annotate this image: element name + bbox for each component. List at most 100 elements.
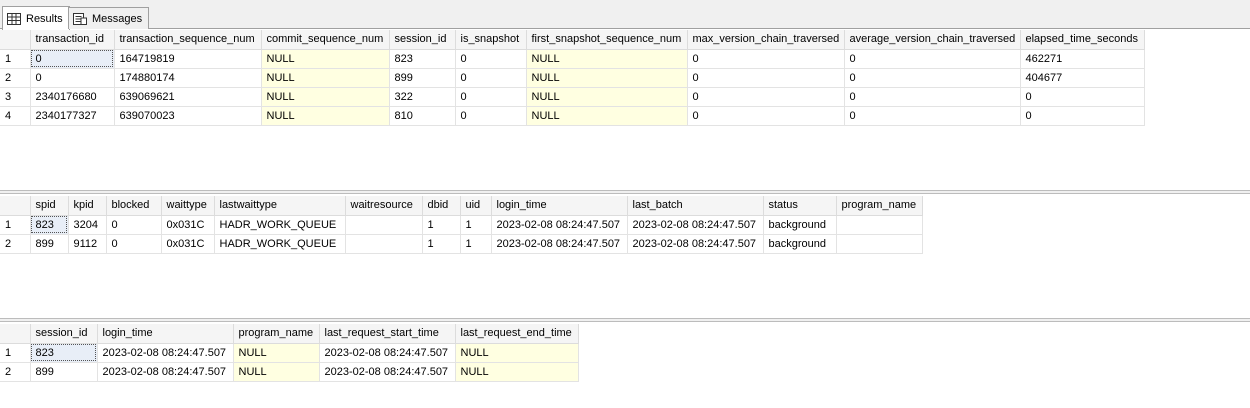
cell-first-snapshot-sequence-num[interactable]: NULL (526, 49, 688, 69)
column-header-is-snapshot[interactable]: is_snapshot (455, 30, 527, 50)
column-header-uid[interactable]: uid (460, 196, 492, 216)
cell-program-name[interactable]: NULL (233, 362, 320, 382)
cell-status[interactable]: background (763, 215, 837, 235)
cell-waitresource[interactable] (345, 234, 423, 254)
cell-last-request-start-time[interactable]: 2023-02-08 08:24:47.507 (319, 343, 456, 363)
tab-messages[interactable]: Messages (68, 7, 150, 29)
cell-transaction-id[interactable]: 0 (30, 49, 115, 69)
cell-last-request-start-time[interactable]: 2023-02-08 08:24:47.507 (319, 362, 456, 382)
cell-waittype[interactable]: 0x031C (161, 215, 215, 235)
cell-transaction-sequence-num[interactable]: 639069621 (114, 87, 262, 107)
column-header-max-version-chain-traversed[interactable]: max_version_chain_traversed (687, 30, 845, 50)
cell-session-id[interactable]: 823 (30, 343, 98, 363)
cell-program-name[interactable]: NULL (233, 343, 320, 363)
row-number[interactable]: 1 (0, 343, 31, 363)
cell-dbid[interactable]: 1 (422, 234, 461, 254)
column-header-program-name[interactable]: program_name (836, 196, 923, 216)
cell-transaction-sequence-num[interactable]: 639070023 (114, 106, 262, 126)
cell-commit-sequence-num[interactable]: NULL (261, 68, 390, 88)
cell-is-snapshot[interactable]: 0 (455, 106, 527, 126)
cell-uid[interactable]: 1 (460, 234, 492, 254)
cell-transaction-id[interactable]: 0 (30, 68, 115, 88)
column-header-transaction-id[interactable]: transaction_id (30, 30, 115, 50)
cell-program-name[interactable] (836, 215, 923, 235)
row-number[interactable]: 3 (0, 87, 31, 107)
column-header-login-time[interactable]: login_time (491, 196, 628, 216)
column-header-spid[interactable]: spid (30, 196, 69, 216)
column-header-last-request-start-time[interactable]: last_request_start_time (319, 324, 456, 344)
cell-last-request-end-time[interactable]: NULL (455, 343, 579, 363)
cell-status[interactable]: background (763, 234, 837, 254)
column-header-program-name[interactable]: program_name (233, 324, 320, 344)
row-number[interactable]: 1 (0, 49, 31, 69)
cell-lastwaittype[interactable]: HADR_WORK_QUEUE (214, 234, 346, 254)
column-header-average-version-chain-traversed[interactable]: average_version_chain_traversed (844, 30, 1021, 50)
cell-program-name[interactable] (836, 234, 923, 254)
cell-transaction-id[interactable]: 2340177327 (30, 106, 115, 126)
cell-is-snapshot[interactable]: 0 (455, 49, 527, 69)
cell-transaction-id[interactable]: 2340176680 (30, 87, 115, 107)
column-header-lastwaittype[interactable]: lastwaittype (214, 196, 346, 216)
column-header-commit-sequence-num[interactable]: commit_sequence_num (261, 30, 390, 50)
column-header-last-batch[interactable]: last_batch (627, 196, 764, 216)
cell-dbid[interactable]: 1 (422, 215, 461, 235)
cell-first-snapshot-sequence-num[interactable]: NULL (526, 106, 688, 126)
column-header-dbid[interactable]: dbid (422, 196, 461, 216)
cell-login-time[interactable]: 2023-02-08 08:24:47.507 (491, 215, 628, 235)
grid-splitter-2[interactable] (0, 318, 1250, 322)
cell-kpid[interactable]: 9112 (68, 234, 107, 254)
cell-login-time[interactable]: 2023-02-08 08:24:47.507 (491, 234, 628, 254)
select-all-corner[interactable] (0, 30, 31, 50)
cell-max-version-chain-traversed[interactable]: 0 (687, 87, 845, 107)
cell-transaction-sequence-num[interactable]: 174880174 (114, 68, 262, 88)
column-header-transaction-sequence-num[interactable]: transaction_sequence_num (114, 30, 262, 50)
cell-average-version-chain-traversed[interactable]: 0 (844, 49, 1021, 69)
cell-average-version-chain-traversed[interactable]: 0 (844, 68, 1021, 88)
cell-session-id[interactable]: 899 (389, 68, 456, 88)
cell-login-time[interactable]: 2023-02-08 08:24:47.507 (97, 362, 234, 382)
cell-commit-sequence-num[interactable]: NULL (261, 49, 390, 69)
tab-results[interactable]: Results (2, 6, 70, 30)
column-header-session-id[interactable]: session_id (389, 30, 456, 50)
column-header-blocked[interactable]: blocked (106, 196, 162, 216)
cell-uid[interactable]: 1 (460, 215, 492, 235)
cell-session-id[interactable]: 899 (30, 362, 98, 382)
cell-login-time[interactable]: 2023-02-08 08:24:47.507 (97, 343, 234, 363)
cell-first-snapshot-sequence-num[interactable]: NULL (526, 87, 688, 107)
cell-last-batch[interactable]: 2023-02-08 08:24:47.507 (627, 215, 764, 235)
row-number[interactable]: 2 (0, 234, 31, 254)
column-header-waittype[interactable]: waittype (161, 196, 215, 216)
cell-blocked[interactable]: 0 (106, 234, 162, 254)
cell-lastwaittype[interactable]: HADR_WORK_QUEUE (214, 215, 346, 235)
cell-max-version-chain-traversed[interactable]: 0 (687, 49, 845, 69)
column-header-elapsed-time-seconds[interactable]: elapsed_time_seconds (1020, 30, 1145, 50)
cell-transaction-sequence-num[interactable]: 164719819 (114, 49, 262, 69)
row-number[interactable]: 1 (0, 215, 31, 235)
cell-max-version-chain-traversed[interactable]: 0 (687, 106, 845, 126)
column-header-kpid[interactable]: kpid (68, 196, 107, 216)
column-header-session-id[interactable]: session_id (30, 324, 98, 344)
cell-waitresource[interactable] (345, 215, 423, 235)
cell-first-snapshot-sequence-num[interactable]: NULL (526, 68, 688, 88)
row-number[interactable]: 2 (0, 362, 31, 382)
column-header-last-request-end-time[interactable]: last_request_end_time (455, 324, 579, 344)
cell-blocked[interactable]: 0 (106, 215, 162, 235)
cell-session-id[interactable]: 810 (389, 106, 456, 126)
cell-elapsed-time-seconds[interactable]: 0 (1020, 106, 1145, 126)
row-number[interactable]: 2 (0, 68, 31, 88)
cell-average-version-chain-traversed[interactable]: 0 (844, 106, 1021, 126)
cell-session-id[interactable]: 823 (389, 49, 456, 69)
cell-last-batch[interactable]: 2023-02-08 08:24:47.507 (627, 234, 764, 254)
row-number[interactable]: 4 (0, 106, 31, 126)
cell-kpid[interactable]: 3204 (68, 215, 107, 235)
column-header-waitresource[interactable]: waitresource (345, 196, 423, 216)
cell-is-snapshot[interactable]: 0 (455, 87, 527, 107)
cell-session-id[interactable]: 322 (389, 87, 456, 107)
cell-average-version-chain-traversed[interactable]: 0 (844, 87, 1021, 107)
select-all-corner[interactable] (0, 196, 31, 216)
column-header-login-time[interactable]: login_time (97, 324, 234, 344)
cell-elapsed-time-seconds[interactable]: 404677 (1020, 68, 1145, 88)
cell-is-snapshot[interactable]: 0 (455, 68, 527, 88)
select-all-corner[interactable] (0, 324, 31, 344)
cell-spid[interactable]: 823 (30, 215, 69, 235)
